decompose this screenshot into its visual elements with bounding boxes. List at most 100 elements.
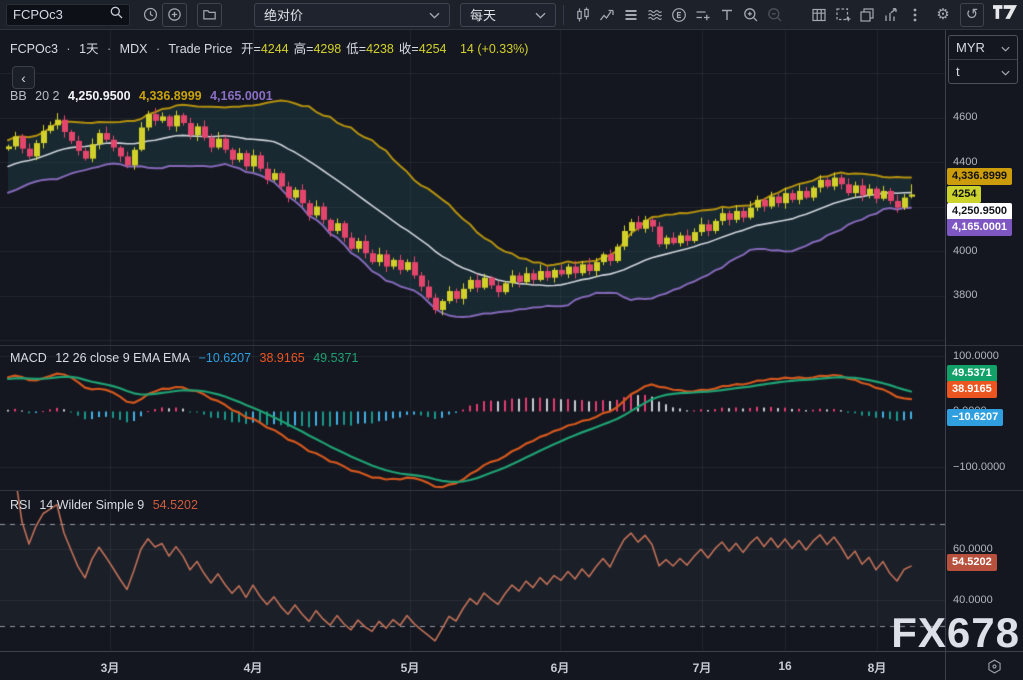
price-badge: −10.6207 — [947, 409, 1003, 426]
bb-legend[interactable]: BB 20 2 4,250.9500 4,336.8999 4,165.0001 — [10, 89, 278, 103]
snapshot-icon[interactable] — [831, 3, 855, 27]
price-mode-label: 绝对价 — [264, 5, 303, 24]
axis-tick: 4600 — [953, 111, 977, 124]
top-toolbar: 绝对价 每天 — [0, 0, 1023, 30]
more-icon[interactable] — [903, 3, 927, 27]
chart-region: FCPOc3 · 1天 · MDX · Trade Price 开=4244高=… — [0, 30, 1023, 680]
time-label: 4月 — [244, 659, 263, 676]
time-label: 16 — [778, 659, 791, 673]
price-badge: 54.5202 — [947, 554, 997, 571]
text-tool-icon[interactable] — [715, 3, 739, 27]
search-icon — [110, 6, 123, 24]
price-badge: 49.5371 — [947, 365, 997, 382]
legend-interval: 1天 — [79, 42, 98, 56]
ohlc-label: 高= — [294, 42, 314, 56]
symbol-legend[interactable]: FCPOc3 · 1天 · MDX · Trade Price 开=4244高=… — [10, 38, 533, 57]
rsi-legend[interactable]: RSI 14 Wilder Simple 9 54.5202 — [10, 498, 203, 512]
ohlc-label: 开= — [241, 42, 261, 56]
legend-series: Trade Price — [168, 42, 232, 56]
time-label: 5月 — [401, 659, 420, 676]
bb-upper-value: 4,336.8999 — [139, 89, 202, 103]
time-label: 3月 — [101, 659, 120, 676]
stats-icon[interactable] — [879, 3, 903, 27]
rsi-panel-canvas[interactable] — [0, 490, 945, 651]
axis-tick: 4000 — [953, 245, 977, 258]
price-alert-icon[interactable] — [691, 3, 715, 27]
bb-params: 20 2 — [35, 89, 59, 103]
bb-lower-value: 4,165.0001 — [210, 89, 273, 103]
ohlc-value: 4254 — [419, 42, 447, 56]
interval-dropdown[interactable]: 每天 — [460, 3, 556, 27]
rows-icon[interactable] — [619, 3, 643, 27]
circle-e-icon[interactable] — [667, 3, 691, 27]
ohlc-value: 4244 — [261, 42, 289, 56]
price-axis-separator — [945, 30, 946, 680]
back-button[interactable]: ‹ — [12, 66, 35, 89]
axis-tick: 4400 — [953, 156, 977, 169]
compare-icon[interactable] — [595, 3, 619, 27]
chevron-down-icon — [1001, 64, 1010, 79]
price-badge: 4,165.0001 — [947, 219, 1012, 236]
ohlc-value: 4298 — [313, 42, 341, 56]
chevron-down-icon — [429, 7, 440, 22]
macd-name: MACD — [10, 351, 47, 365]
chart-style-icon[interactable] — [571, 3, 595, 27]
price-badge: 38.9165 — [947, 381, 997, 398]
bb-name: BB — [10, 89, 27, 103]
macd-hist-value: −10.6207 — [199, 351, 251, 365]
legend-symbol: FCPOc3 — [10, 42, 58, 56]
plus-circle-icon[interactable] — [162, 3, 187, 27]
clock-icon[interactable] — [138, 3, 162, 27]
unit-dropdown[interactable]: t — [949, 59, 1017, 83]
chevron-down-icon — [535, 7, 546, 22]
change-value: 14 (+0.33%) — [460, 42, 528, 56]
axis-tick: 40.0000 — [953, 594, 993, 607]
price-badge: 4254 — [947, 186, 981, 203]
copy-icon[interactable] — [855, 3, 879, 27]
chevron-down-icon — [1001, 40, 1010, 55]
rsi-params: 14 Wilder Simple 9 — [39, 498, 144, 512]
price-mode-dropdown[interactable]: 绝对价 — [254, 3, 450, 27]
axis-unit-box: MYR t — [948, 35, 1018, 84]
session-settings-icon[interactable] — [986, 658, 1003, 678]
ohlc-label: 收= — [399, 42, 419, 56]
ohlc-value: 4238 — [366, 42, 394, 56]
interval-label: 每天 — [470, 5, 496, 24]
time-label: 6月 — [551, 659, 570, 676]
time-axis[interactable]: 3月 4月 5月 6月 7月 16 8月 — [0, 651, 1023, 680]
macd-legend[interactable]: MACD 12 26 close 9 EMA EMA −10.6207 38.9… — [10, 351, 363, 365]
time-label: 8月 — [868, 659, 887, 676]
zoom-out-icon[interactable] — [763, 3, 787, 27]
ohlc-label: 低= — [346, 42, 366, 56]
settings-gear-icon[interactable]: ⚙ — [931, 3, 955, 27]
axis-tick: 100.0000 — [953, 350, 999, 363]
legend-exchange: MDX — [120, 42, 148, 56]
zoom-in-icon[interactable] — [739, 3, 763, 27]
waves-icon[interactable] — [643, 3, 667, 27]
panel-separator[interactable] — [0, 345, 1023, 346]
macd-panel-canvas[interactable] — [0, 345, 945, 490]
folder-icon[interactable] — [197, 3, 222, 27]
time-label: 7月 — [693, 659, 712, 676]
rsi-name: RSI — [10, 498, 31, 512]
tradingview-logo[interactable] — [993, 5, 1017, 24]
symbol-search-input[interactable] — [13, 7, 106, 22]
currency-dropdown[interactable]: MYR — [949, 36, 1017, 59]
price-axis[interactable]: MYR t 46004400420040003800100.00000.0000… — [946, 30, 1023, 651]
reset-icon[interactable]: ↺ — [960, 3, 984, 27]
table-icon[interactable] — [807, 3, 831, 27]
toolbar-divider — [563, 5, 564, 25]
trading-chart-app: 绝对价 每天 — [0, 0, 1023, 680]
price-badge: 4,336.8999 — [947, 168, 1012, 185]
axis-tick: −100.0000 — [953, 461, 1005, 474]
macd-signal-value: 49.5371 — [313, 351, 358, 365]
axis-tick: 3800 — [953, 289, 977, 302]
main-chart-canvas[interactable] — [0, 30, 945, 345]
symbol-search[interactable] — [6, 4, 130, 26]
ohlc-values: 开=4244 高=4298 低=4238 收=4254 — [241, 42, 452, 56]
price-badge: 4,250.9500 — [947, 203, 1012, 220]
rsi-value: 54.5202 — [153, 498, 198, 512]
fx678-watermark: FX678 — [891, 612, 1020, 654]
macd-line-value: 38.9165 — [260, 351, 305, 365]
panel-separator[interactable] — [0, 490, 1023, 491]
